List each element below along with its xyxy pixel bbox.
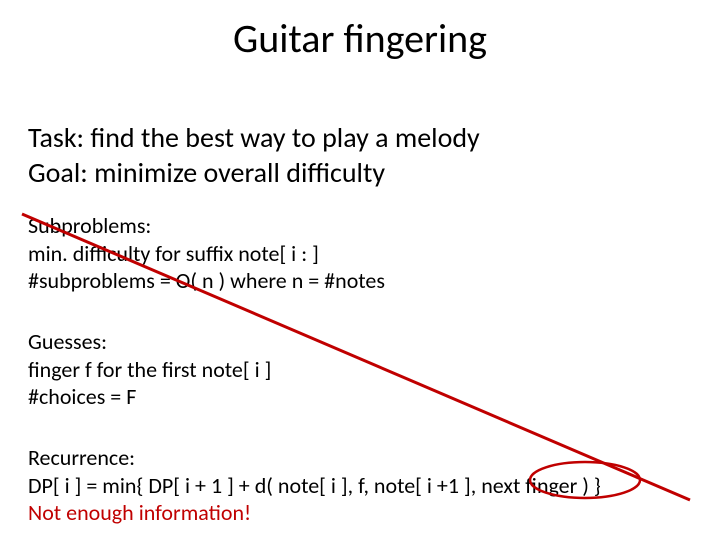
goal-line: Goal: minimize overall difficulty <box>28 155 480 190</box>
intro-block: Task: find the best way to play a melody… <box>28 120 480 190</box>
subproblems-block: Subproblems: min. difficulty for suffix … <box>28 212 385 295</box>
recurrence-error: Not enough information! <box>28 499 601 527</box>
task-line: Task: find the best way to play a melody <box>28 120 480 155</box>
guesses-line1: finger f for the first note[ i ] <box>28 356 271 384</box>
subproblems-line2: #subproblems = O( n ) where n = #notes <box>28 267 385 295</box>
guesses-line2: #choices = F <box>28 383 271 411</box>
guesses-heading: Guesses: <box>28 328 271 356</box>
guesses-block: Guesses: finger f for the first note[ i … <box>28 328 271 411</box>
recurrence-heading: Recurrence: <box>28 444 601 472</box>
recurrence-line1: DP[ i ] = min{ DP[ i + 1 ] + d( note[ i … <box>28 472 601 500</box>
subproblems-heading: Subproblems: <box>28 212 385 240</box>
slide: Guitar fingering Task: find the best way… <box>0 0 720 540</box>
slide-title: Guitar fingering <box>0 14 720 63</box>
recurrence-block: Recurrence: DP[ i ] = min{ DP[ i + 1 ] +… <box>28 444 601 527</box>
subproblems-line1: min. difficulty for suffix note[ i : ] <box>28 240 385 268</box>
